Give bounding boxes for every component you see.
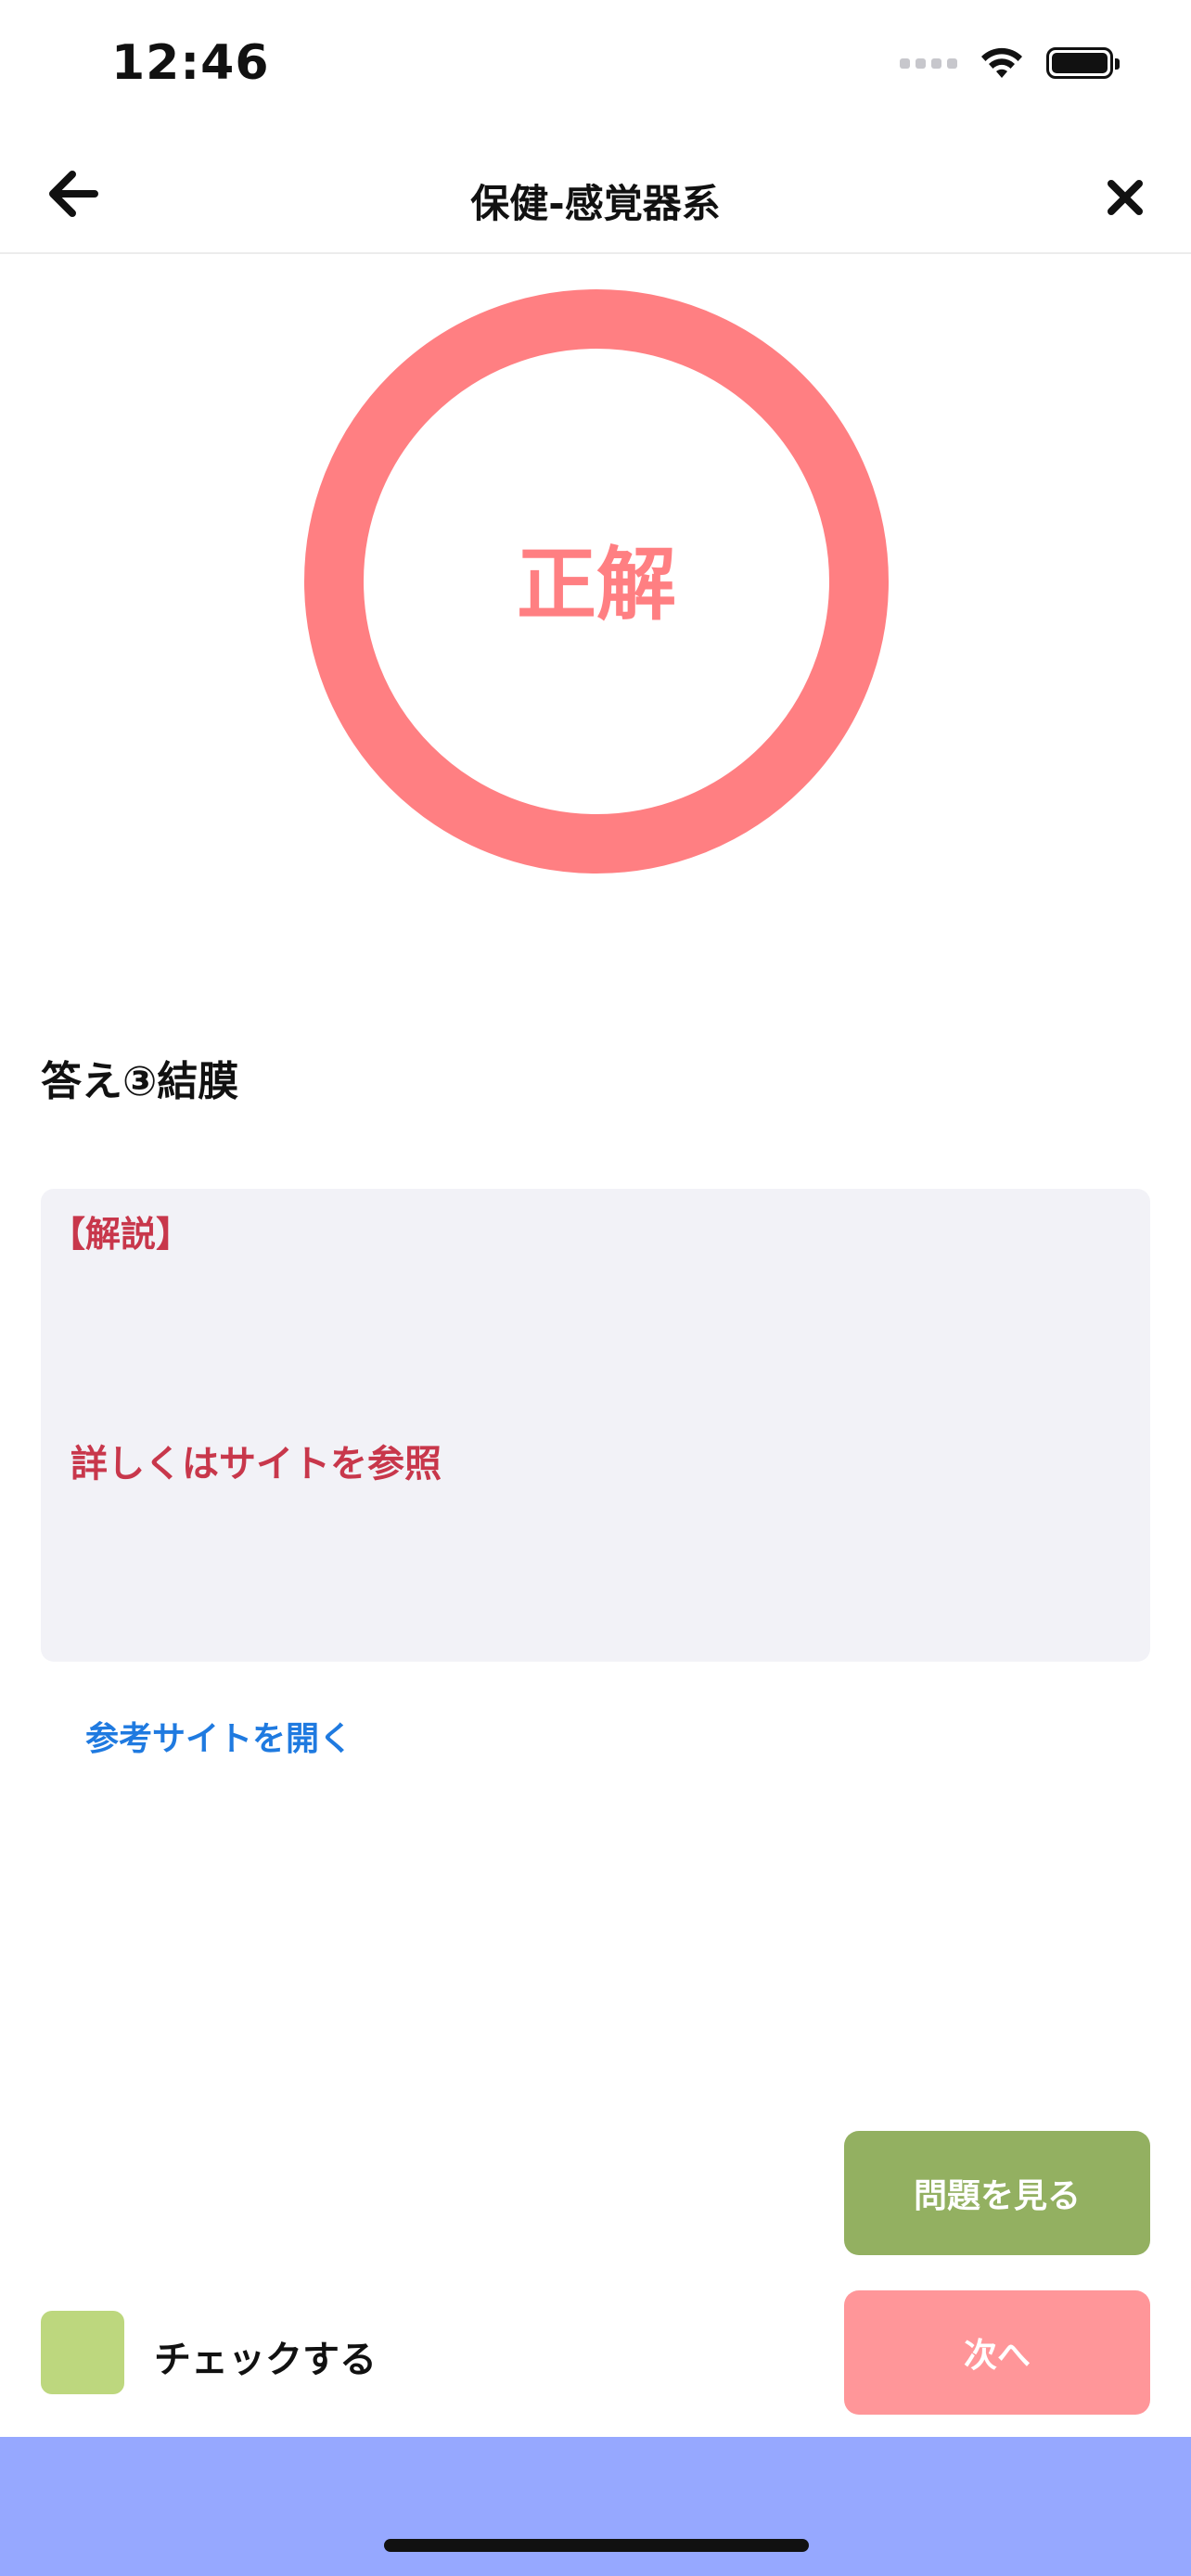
signal-icon — [900, 57, 957, 69]
screen: 12:46 保健-感覚器系 正解 答え③結膜 【解説】 詳しくはサイトを参照 参… — [0, 0, 1191, 2576]
explanation-body: 詳しくはサイトを参照 — [70, 1443, 442, 1486]
bottom-bar — [0, 2437, 1191, 2576]
home-indicator — [384, 2539, 809, 2552]
view-question-button[interactable]: 問題を見る — [844, 2131, 1150, 2255]
explanation-box: 【解説】 詳しくはサイトを参照 — [41, 1189, 1150, 1662]
open-reference-site-link[interactable]: 参考サイトを開く — [85, 1712, 352, 1760]
status-time: 12:46 — [111, 35, 270, 91]
explanation-heading: 【解説】 — [50, 1214, 192, 1255]
next-button[interactable]: 次へ — [844, 2290, 1150, 2415]
result-ring: 正解 — [304, 289, 889, 874]
check-checkbox[interactable] — [41, 2311, 124, 2394]
check-label: チェックする — [154, 2339, 377, 2381]
wifi-icon — [981, 47, 1022, 78]
answer-text: 答え③結膜 — [41, 1058, 239, 1105]
nav-bar: 保健-感覚器系 — [0, 139, 1191, 254]
battery-icon — [1046, 47, 1120, 79]
page-title: 保健-感覚器系 — [470, 181, 721, 226]
result-label: 正解 — [517, 538, 676, 631]
close-icon[interactable] — [1095, 167, 1156, 228]
status-icons — [900, 45, 1120, 82]
